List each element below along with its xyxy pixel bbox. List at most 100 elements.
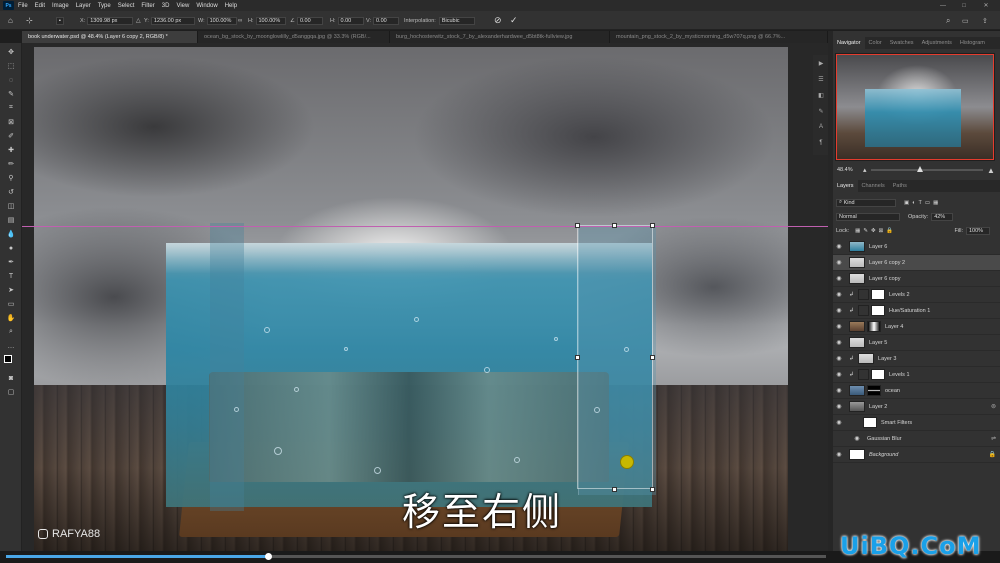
properties-icon[interactable]: ☰ xyxy=(817,75,825,83)
transform-handle[interactable] xyxy=(612,223,617,228)
tab-book-underwater[interactable]: book underwater.psd @ 48.4% (Layer 6 cop… xyxy=(22,31,198,43)
visibility-eye-icon[interactable]: ◉ xyxy=(833,275,845,282)
zoom-level[interactable]: 48.4% xyxy=(837,167,853,173)
brush-tool-icon[interactable]: ✏ xyxy=(5,159,17,169)
maximize-button[interactable]: □ xyxy=(955,0,973,11)
tab-navigator[interactable]: Navigator xyxy=(833,37,865,49)
opacity-input[interactable]: 42% xyxy=(931,212,954,221)
visibility-eye-icon[interactable]: ◉ xyxy=(851,435,863,442)
layer-row[interactable]: ◉ ↲ Levels 2 xyxy=(833,287,1000,303)
x-input[interactable]: 1309.98 px xyxy=(87,16,134,25)
y-field[interactable]: Y: 1236.00 px xyxy=(144,16,195,25)
layer-row[interactable]: ◉ Layer 6 copy xyxy=(833,271,1000,287)
paragraph-icon[interactable]: ¶ xyxy=(817,139,825,147)
transform-handle[interactable] xyxy=(612,487,617,492)
menu-image[interactable]: Image xyxy=(52,3,69,9)
reference-point-icon[interactable]: ▪ xyxy=(56,16,64,25)
visibility-eye-icon[interactable]: ◉ xyxy=(833,451,845,458)
foreground-color-swatch[interactable] xyxy=(4,355,12,363)
lock-icons[interactable]: ▦✎✥⊠🔒 xyxy=(855,228,896,234)
home-icon[interactable]: ⌂ xyxy=(8,16,13,25)
h-skew-input[interactable]: 0.00 xyxy=(337,16,364,25)
h-input[interactable]: 100.00% xyxy=(255,16,286,25)
hand-tool-icon[interactable]: ✋ xyxy=(5,313,17,323)
navigator-view-box[interactable] xyxy=(836,54,994,160)
workspace-icon[interactable]: ▭ xyxy=(962,16,969,25)
frame-tool-icon[interactable]: ⊠ xyxy=(5,117,17,127)
search-icon[interactable]: ⌕ xyxy=(946,16,950,25)
transform-icon[interactable]: ⊹ xyxy=(26,16,33,25)
menu-file[interactable]: File xyxy=(18,3,28,9)
v-skew-input[interactable]: 0.00 xyxy=(373,16,399,25)
filter-icons[interactable]: ▣◐T▭▦ xyxy=(904,200,941,206)
move-tool-icon[interactable]: ✥ xyxy=(5,47,17,57)
visibility-eye-icon[interactable]: ◉ xyxy=(833,419,845,426)
horizontal-guide[interactable] xyxy=(22,226,828,227)
layer-row[interactable]: ◉ Layer 2 ⊚ xyxy=(833,399,1000,415)
visibility-eye-icon[interactable]: ◉ xyxy=(833,387,845,394)
blend-mode-select[interactable]: Normal xyxy=(836,212,900,221)
fill-input[interactable]: 100% xyxy=(966,226,990,235)
zoom-in-icon[interactable]: ▲ xyxy=(987,166,995,175)
marquee-tool-icon[interactable]: ⬚ xyxy=(5,61,17,71)
layer-row[interactable]: ◉ Layer 6 xyxy=(833,239,1000,255)
visibility-eye-icon[interactable]: ◉ xyxy=(833,307,845,314)
h-field[interactable]: H: 100.00% xyxy=(248,16,286,25)
shape-tool-icon[interactable]: ▭ xyxy=(5,299,17,309)
navigator-thumbnail[interactable] xyxy=(835,53,995,161)
v-skew-field[interactable]: V: 0.00 xyxy=(366,16,399,25)
brush-settings-icon[interactable]: ✎ xyxy=(817,107,825,115)
canvas-area[interactable]: 移至右侧 RAFYA88 xyxy=(22,43,828,551)
blur-tool-icon[interactable]: 💧 xyxy=(5,229,17,239)
tab-channels[interactable]: Channels xyxy=(858,180,889,192)
gradient-tool-icon[interactable]: ▤ xyxy=(5,215,17,225)
kind-filter-select[interactable]: ⌕ Kind xyxy=(836,198,896,207)
tab-burg-stock[interactable]: burg_hochosterwitz_stock_7_by_alexanderh… xyxy=(390,31,610,43)
menu-view[interactable]: View xyxy=(176,3,189,9)
interpolation-field[interactable]: Interpolation: Bicubic xyxy=(404,16,475,25)
visibility-eye-icon[interactable]: ◉ xyxy=(833,339,845,346)
tab-mountain-png[interactable]: mountain_png_stock_2_by_mysticmorning_d5… xyxy=(610,31,828,43)
layer-row[interactable]: ◉ Gaussian Blur ⇌ xyxy=(833,431,1000,447)
tab-adjustments[interactable]: Adjustments xyxy=(918,37,956,49)
screen-mode-icon[interactable]: ▢ xyxy=(5,387,17,397)
share-icon[interactable]: ⇪ xyxy=(982,16,988,25)
layer-row[interactable]: ◉ ↲ Layer 3 xyxy=(833,351,1000,367)
layer-row[interactable]: ◉ ↲ Levels 1 xyxy=(833,367,1000,383)
layer-row-selected[interactable]: ◉ Layer 6 copy 2 xyxy=(833,255,1000,271)
visibility-eye-icon[interactable]: ◉ xyxy=(833,403,845,410)
transform-handle[interactable] xyxy=(650,487,655,492)
visibility-eye-icon[interactable]: ◉ xyxy=(833,291,845,298)
layer-row[interactable]: ◉ Background 🔒 xyxy=(833,447,1000,463)
filter-options-icon[interactable]: ⇌ xyxy=(991,435,996,442)
transform-bounding-box[interactable] xyxy=(577,225,653,489)
angle-field[interactable]: ∠ 0.00 xyxy=(290,16,323,25)
libraries-icon[interactable]: ◧ xyxy=(817,91,825,99)
menu-3d[interactable]: 3D xyxy=(162,3,170,9)
visibility-eye-icon[interactable]: ◉ xyxy=(833,371,845,378)
y-input[interactable]: 1236.00 px xyxy=(150,16,195,25)
eraser-tool-icon[interactable]: ◫ xyxy=(5,201,17,211)
transform-handle[interactable] xyxy=(650,355,655,360)
angle-input[interactable]: 0.00 xyxy=(296,16,323,25)
crop-tool-icon[interactable]: ⌗ xyxy=(5,103,17,113)
healing-brush-tool-icon[interactable]: ✚ xyxy=(5,145,17,155)
tab-swatches[interactable]: Swatches xyxy=(886,37,918,49)
visibility-eye-icon[interactable]: ◉ xyxy=(833,259,845,266)
transform-handle[interactable] xyxy=(650,223,655,228)
zoom-slider-knob[interactable] xyxy=(917,166,923,172)
layer-row[interactable]: ◉ ↲ Hue/Saturation 1 xyxy=(833,303,1000,319)
menu-help[interactable]: Help xyxy=(225,3,237,9)
link-position-icon[interactable]: △ xyxy=(136,16,141,25)
h-skew-field[interactable]: H: 0.00 xyxy=(330,16,364,25)
tab-paths[interactable]: Paths xyxy=(889,180,911,192)
menu-window[interactable]: Window xyxy=(196,3,217,9)
close-button[interactable]: ✕ xyxy=(977,0,995,11)
layer-row[interactable]: ◉ Layer 4 xyxy=(833,319,1000,335)
history-icon[interactable]: ▶ xyxy=(817,59,825,67)
clone-stamp-tool-icon[interactable]: ⚲ xyxy=(5,173,17,183)
layer-row[interactable]: ◉ Layer 5 xyxy=(833,335,1000,351)
menu-type[interactable]: Type xyxy=(98,3,111,9)
cancel-transform-icon[interactable]: ⊘ xyxy=(494,15,502,25)
type-tool-icon[interactable]: T xyxy=(5,271,17,281)
